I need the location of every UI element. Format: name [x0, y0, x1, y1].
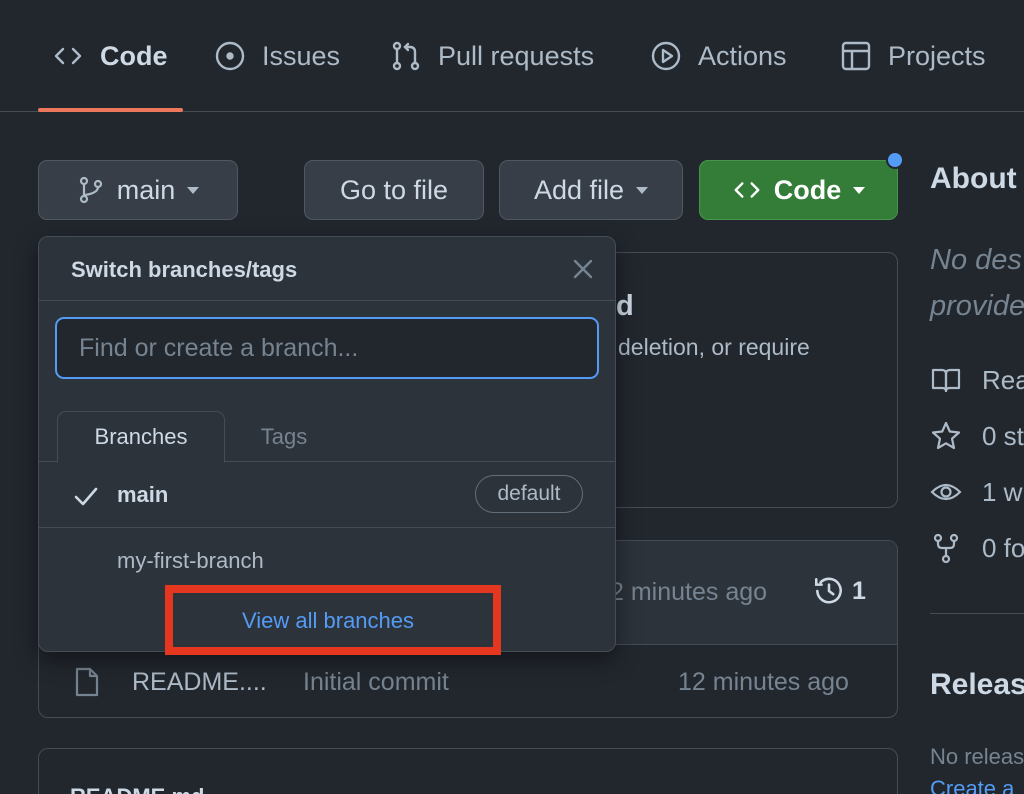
- issue-opened-icon: [214, 40, 246, 72]
- readme-label: Rea: [982, 364, 1024, 395]
- check-icon: [73, 483, 99, 509]
- dropdown-header: Switch branches/tags: [39, 237, 615, 301]
- go-to-file-button[interactable]: Go to file: [304, 160, 484, 220]
- history-icon: [812, 574, 846, 608]
- commit-count: 1: [852, 576, 866, 605]
- add-file-label: Add file: [533, 174, 625, 205]
- about-heading: About: [930, 162, 1017, 195]
- code-icon: [52, 40, 84, 72]
- highlight-box: [165, 585, 501, 655]
- branch-select-label: main: [116, 174, 176, 205]
- chevron-down-icon: [853, 186, 866, 194]
- go-to-file-label: Go to file: [339, 174, 449, 205]
- watchers-count: 1 w: [982, 476, 1023, 507]
- no-releases-text: No releas: [930, 744, 1024, 769]
- tab-actions[interactable]: Actions: [650, 0, 787, 112]
- default-branch-badge: default: [475, 475, 583, 513]
- table-icon: [840, 40, 872, 72]
- star-icon: [930, 420, 962, 452]
- tab-branches[interactable]: Branches: [57, 411, 225, 463]
- releases-heading: Releas: [930, 668, 1024, 701]
- code-button-label: Code: [773, 174, 842, 205]
- protection-title: d: [616, 290, 634, 322]
- code-button[interactable]: Code: [699, 160, 898, 220]
- git-branch-icon: [77, 176, 105, 204]
- stars-link[interactable]: 0 st: [930, 420, 1024, 452]
- chevron-down-icon: [636, 186, 649, 194]
- chevron-down-icon: [187, 186, 200, 194]
- play-icon: [650, 40, 682, 72]
- active-tab-underline: [38, 108, 183, 112]
- code-icon: [732, 175, 762, 205]
- git-pull-request-icon: [390, 40, 422, 72]
- forks-link[interactable]: 0 fo: [930, 532, 1024, 564]
- repo-forked-icon: [930, 532, 962, 564]
- readme-header: README.md: [70, 784, 204, 794]
- branch-item-main[interactable]: main: [117, 482, 168, 508]
- tab-actions-label: Actions: [698, 40, 787, 71]
- tab-pull-requests-label: Pull requests: [438, 40, 595, 71]
- dropdown-title: Switch branches/tags: [71, 257, 298, 282]
- about-description-line-1: No des: [930, 244, 1022, 276]
- tab-projects[interactable]: Projects: [840, 0, 986, 112]
- file-commit-message[interactable]: Initial commit: [303, 668, 449, 697]
- forks-count: 0 fo: [982, 532, 1024, 563]
- readme-link[interactable]: Rea: [930, 364, 1024, 396]
- close-icon[interactable]: [571, 257, 595, 281]
- create-release-link[interactable]: Create a: [930, 776, 1014, 794]
- branch-item-my-first-branch[interactable]: my-first-branch: [117, 548, 264, 574]
- watchers-link[interactable]: 1 w: [930, 476, 1022, 508]
- add-file-button[interactable]: Add file: [499, 160, 683, 220]
- file-name-link[interactable]: README....: [132, 668, 267, 697]
- branch-search-input[interactable]: [55, 317, 599, 379]
- tab-projects-label: Projects: [888, 40, 986, 71]
- protection-description: deletion, or require: [618, 334, 810, 360]
- branch-row-divider: [39, 527, 615, 528]
- tab-code-label: Code: [100, 40, 168, 71]
- eye-icon: [930, 476, 962, 508]
- branch-select-button[interactable]: main: [38, 160, 238, 220]
- tab-pull-requests[interactable]: Pull requests: [390, 0, 594, 112]
- notification-dot: [886, 151, 904, 169]
- file-commit-time: 12 minutes ago: [678, 668, 849, 696]
- commit-history-link[interactable]: 1: [812, 574, 866, 608]
- sidebar-divider: [930, 613, 1024, 614]
- latest-commit-time: 2 minutes ago: [610, 578, 768, 606]
- file-icon: [74, 666, 100, 698]
- repo-tab-nav: Code Issues Pull requests Actions Projec…: [0, 0, 1024, 112]
- stars-count: 0 st: [982, 420, 1024, 451]
- tab-issues-label: Issues: [262, 40, 341, 71]
- tab-tags[interactable]: Tags: [239, 411, 329, 463]
- book-icon: [930, 364, 962, 396]
- tab-issues[interactable]: Issues: [214, 0, 340, 112]
- about-description-line-2: provide: [930, 290, 1024, 322]
- tab-code[interactable]: Code: [52, 0, 168, 112]
